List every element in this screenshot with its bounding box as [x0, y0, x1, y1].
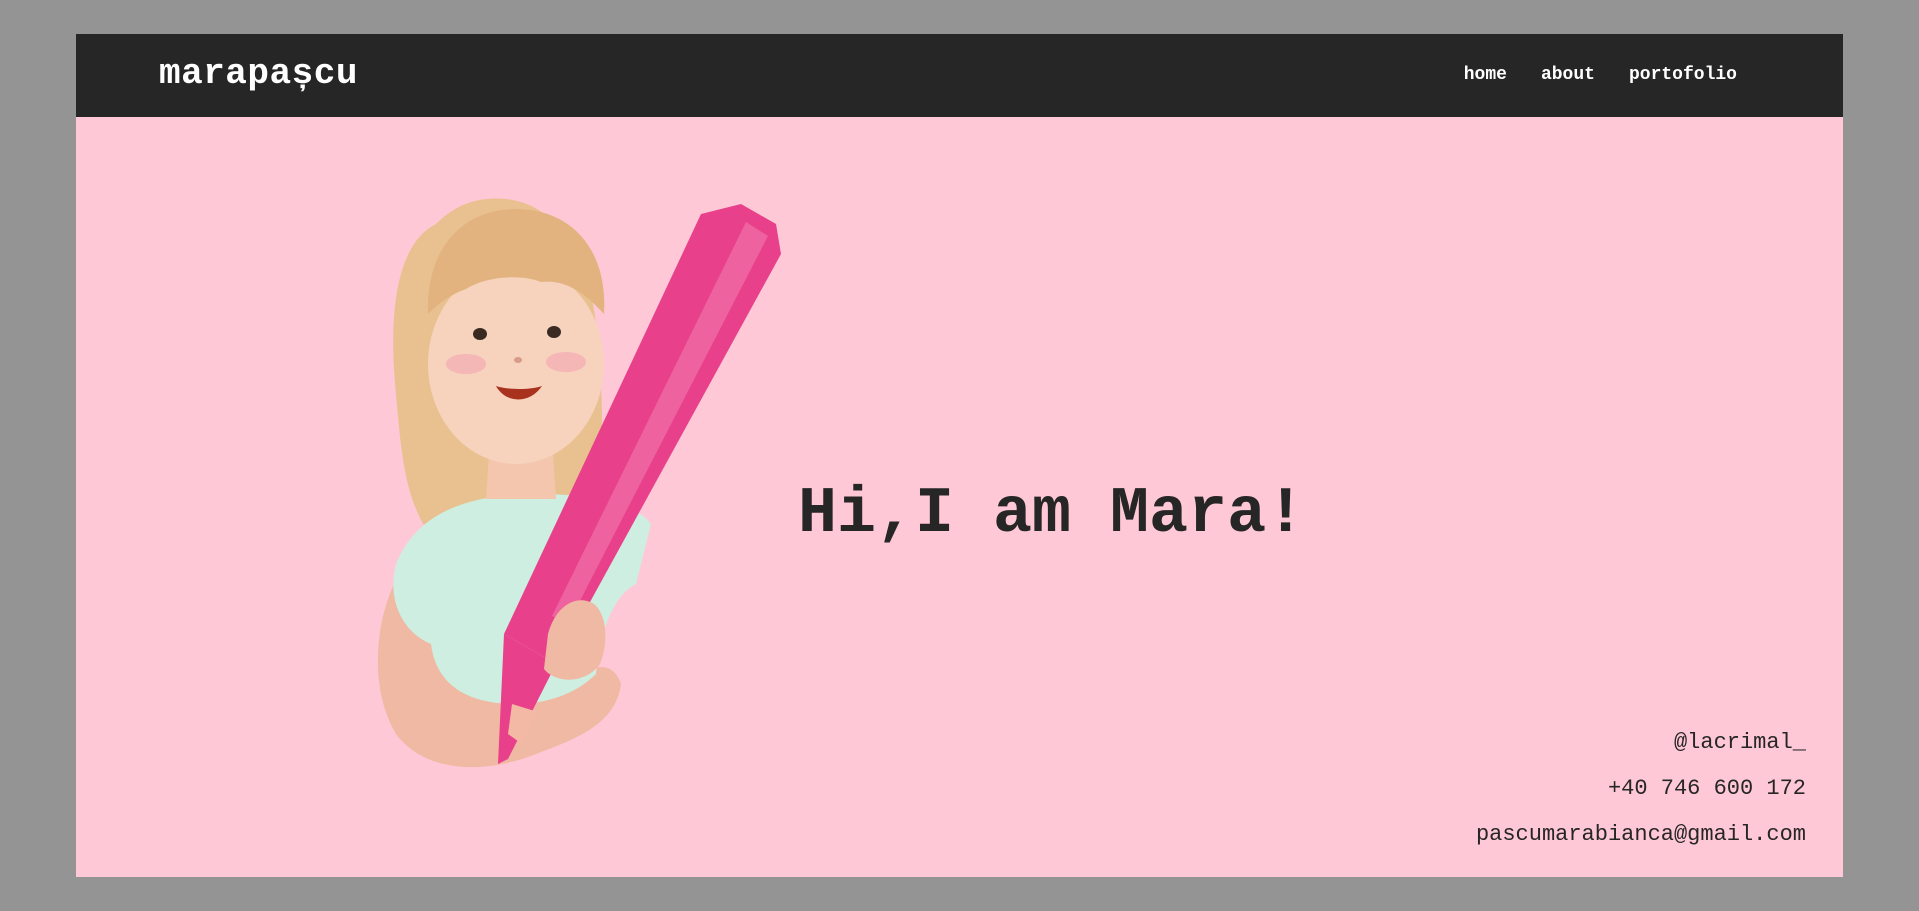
left-cheek [446, 354, 486, 374]
left-eye [473, 328, 487, 340]
page-frame: marapașcu home about portofolio Hi,I am … [76, 34, 1843, 877]
brand-logo[interactable]: marapașcu [159, 52, 358, 96]
nav-link-portofolio[interactable]: portofolio [1629, 63, 1737, 87]
nav-menu: home about portofolio [1464, 63, 1737, 87]
nose [514, 357, 522, 363]
navbar: marapașcu home about portofolio [76, 34, 1843, 117]
right-eye [547, 326, 561, 338]
phone-number[interactable]: +40 746 600 172 [1476, 776, 1806, 802]
nav-link-home[interactable]: home [1464, 63, 1507, 87]
contact-info: @lacrimal_ +40 746 600 172 pascumarabian… [1476, 730, 1806, 868]
instagram-handle[interactable]: @lacrimal_ [1476, 730, 1806, 756]
right-cheek [546, 352, 586, 372]
email-address[interactable]: pascumarabianca@gmail.com [1476, 822, 1806, 848]
hero-heading: Hi,I am Mara! [798, 477, 1306, 551]
nav-link-about[interactable]: about [1541, 63, 1595, 87]
